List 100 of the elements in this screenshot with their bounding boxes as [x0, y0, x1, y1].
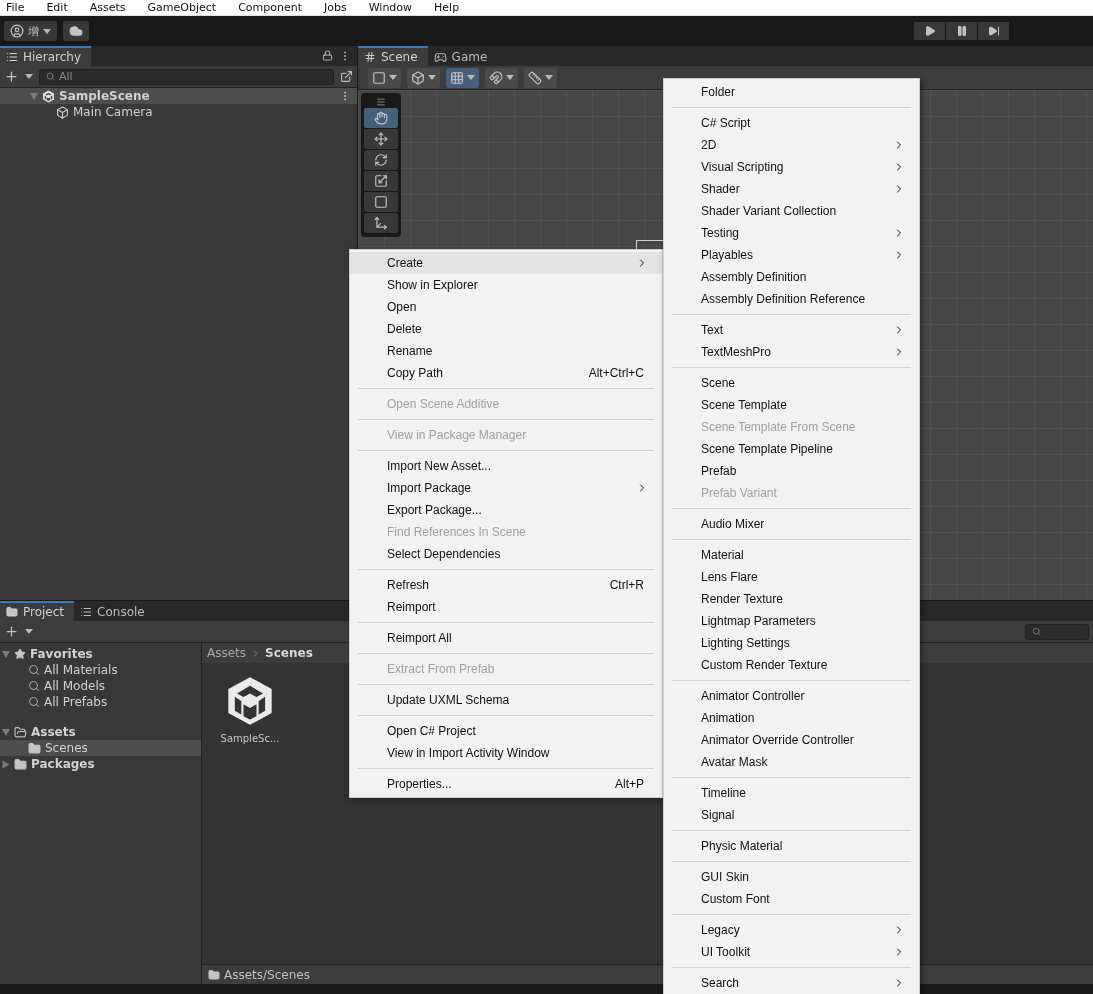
menu-item[interactable]: Playables	[664, 244, 919, 266]
tree-item[interactable]: All Materials	[0, 662, 201, 678]
menu-item[interactable]: Show in Explorer	[350, 274, 662, 296]
menu-item[interactable]: TextMeshPro	[664, 341, 919, 363]
menu-item[interactable]: GUI Skin	[664, 866, 919, 888]
add-icon[interactable]	[4, 69, 19, 84]
tree-item[interactable]: Favorites	[0, 646, 201, 662]
menu-item[interactable]: Scene	[664, 372, 919, 394]
menu-item[interactable]: Shader Variant Collection	[664, 200, 919, 222]
menu-item[interactable]: Visual Scripting	[664, 156, 919, 178]
window-icon[interactable]	[340, 70, 353, 83]
grid-button[interactable]	[446, 67, 479, 88]
menu-item[interactable]: Open	[350, 296, 662, 318]
menu-item[interactable]: Import New Asset...	[350, 455, 662, 477]
asset-name[interactable]: SampleSc...	[220, 733, 280, 744]
menu-item[interactable]: Lighting Settings	[664, 632, 919, 654]
tab[interactable]: Project	[0, 601, 75, 621]
menu-title[interactable]: Help	[434, 0, 460, 15]
menu-item[interactable]: Custom Font	[664, 888, 919, 910]
tool-button[interactable]	[364, 150, 398, 170]
menu-item[interactable]: Create	[350, 252, 662, 274]
play-button[interactable]	[914, 22, 945, 40]
tool-button[interactable]	[364, 108, 398, 128]
tool-button[interactable]	[364, 213, 398, 233]
draw-mode-button[interactable]	[368, 67, 401, 88]
menu-item[interactable]: Delete	[350, 318, 662, 340]
lock-icon[interactable]	[322, 50, 333, 61]
menu-title[interactable]: Assets	[89, 0, 126, 15]
menu-item[interactable]: Physic Material	[664, 835, 919, 857]
menu-item[interactable]: Scene Template Pipeline	[664, 438, 919, 460]
menu-item[interactable]: Shader	[664, 178, 919, 200]
breadcrumb-link[interactable]: Scenes	[265, 646, 313, 660]
menu-item[interactable]: Testing	[664, 222, 919, 244]
menu-item[interactable]: Scene Template	[664, 394, 919, 416]
menu-title[interactable]: Window	[368, 0, 413, 15]
tab[interactable]: Scene	[358, 46, 428, 66]
menu-item[interactable]: Render Texture	[664, 588, 919, 610]
search-field[interactable]: All	[39, 68, 334, 85]
menu-item[interactable]: Reimport	[350, 596, 662, 618]
step-button[interactable]	[978, 22, 1009, 40]
menu-item[interactable]: Material	[664, 544, 919, 566]
menu-item[interactable]: Lens Flare	[664, 566, 919, 588]
menu-item[interactable]: Animation	[664, 707, 919, 729]
menu-item[interactable]: Reimport All	[350, 627, 662, 649]
tree-item[interactable]: Main Camera	[0, 104, 357, 120]
pause-button[interactable]	[946, 22, 977, 40]
menu-item[interactable]: Properties... Alt+P	[350, 773, 662, 795]
breadcrumb-link[interactable]: Assets	[207, 646, 247, 660]
tree-item[interactable]: All Models	[0, 678, 201, 694]
menu-item[interactable]: Avatar Mask	[664, 751, 919, 773]
menu-item[interactable]: Import Package	[350, 477, 662, 499]
tool-button[interactable]	[364, 129, 398, 149]
cloud-button[interactable]	[63, 21, 89, 41]
menu-item[interactable]: Lightmap Parameters	[664, 610, 919, 632]
menu-item[interactable]: Update UXML Schema	[350, 689, 662, 711]
handle-icon[interactable]	[376, 97, 386, 107]
menu-item[interactable]: Select Dependencies	[350, 543, 662, 565]
menu-item[interactable]: Assembly Definition Reference	[664, 288, 919, 310]
menu-item[interactable]: Signal	[664, 804, 919, 826]
account-button[interactable]: 增	[4, 21, 57, 41]
menu-item[interactable]: C# Script	[664, 112, 919, 134]
tool-button[interactable]	[364, 171, 398, 191]
menu-item[interactable]: Copy Path Alt+Ctrl+C	[350, 362, 662, 384]
tab[interactable]: Hierarchy	[0, 46, 91, 66]
snap-button[interactable]	[485, 67, 518, 88]
menu-item[interactable]: Animator Controller	[664, 685, 919, 707]
tree-item[interactable]: All Prefabs	[0, 694, 201, 710]
increment-button[interactable]	[524, 67, 557, 88]
menu-title[interactable]: Jobs	[324, 0, 347, 15]
menu-item[interactable]: Search	[664, 972, 919, 994]
tree-item[interactable]: SampleScene	[0, 88, 357, 104]
menu-item[interactable]: Audio Mixer	[664, 513, 919, 535]
menu-item[interactable]: Refresh Ctrl+R	[350, 574, 662, 596]
menu-item[interactable]: Custom Render Texture	[664, 654, 919, 676]
menu-item[interactable]: 2D	[664, 134, 919, 156]
menu-title[interactable]: GameObject	[147, 0, 217, 15]
menu-item[interactable]: Prefab	[664, 460, 919, 482]
menu-item[interactable]: Legacy	[664, 919, 919, 941]
menu-title[interactable]: Component	[238, 0, 302, 15]
menu-title[interactable]: Edit	[46, 0, 68, 15]
add-icon[interactable]	[4, 624, 19, 639]
menu-item[interactable]: Assembly Definition	[664, 266, 919, 288]
menu-item[interactable]: Timeline	[664, 782, 919, 804]
menu-item[interactable]: Export Package...	[350, 499, 662, 521]
tool-button[interactable]	[364, 192, 398, 212]
menu-item[interactable]: UI Toolkit	[664, 941, 919, 963]
menu-item[interactable]: Folder	[664, 81, 919, 103]
view-options-button[interactable]	[407, 67, 440, 88]
menu-item[interactable]: Text	[664, 319, 919, 341]
tab[interactable]: Console	[74, 601, 155, 621]
tab[interactable]: Game	[427, 46, 498, 66]
search-field[interactable]	[1025, 623, 1089, 640]
tree-item[interactable]: Packages	[0, 756, 201, 772]
menu-title[interactable]: File	[6, 0, 25, 15]
menu-item[interactable]: Open C# Project	[350, 720, 662, 742]
caret-icon	[25, 629, 33, 634]
menu-item[interactable]: View in Import Activity Window	[350, 742, 662, 764]
tree-item[interactable]: Scenes	[0, 740, 201, 756]
menu-item[interactable]: Animator Override Controller	[664, 729, 919, 751]
menu-item[interactable]: Rename	[350, 340, 662, 362]
